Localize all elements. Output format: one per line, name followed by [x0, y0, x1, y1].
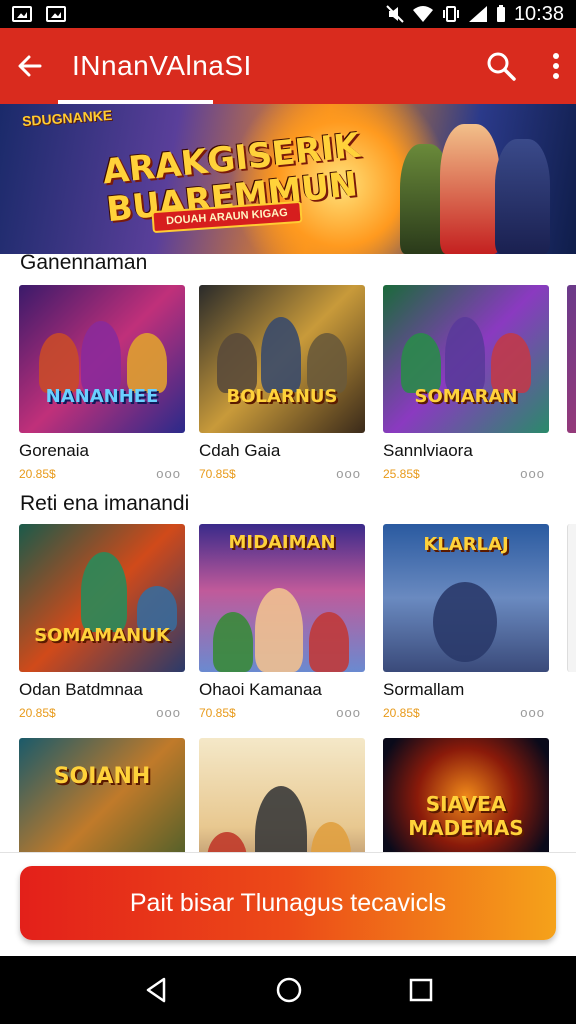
- more-options-icon[interactable]: ooo: [336, 466, 361, 481]
- more-options-icon[interactable]: ooo: [520, 705, 545, 720]
- section-title: Reti ena imanandi: [20, 492, 190, 515]
- game-title: Gorenaia: [19, 441, 89, 460]
- game-card-partial[interactable]: [567, 285, 576, 433]
- thumbnail-label: SOMARAN: [414, 386, 518, 407]
- thumbnail-figure: [307, 333, 347, 393]
- more-options-icon[interactable]: ooo: [156, 466, 181, 481]
- thumbnail-label: SOIANH: [53, 764, 151, 789]
- thumbnail-figure: [255, 588, 303, 672]
- game-thumbnail[interactable]: NANANHEE: [19, 285, 185, 433]
- thumbnail-figure: [81, 321, 121, 393]
- thumbnail-figure: [39, 333, 79, 393]
- game-card[interactable]: BOLARNUS Cdah Gaia 70.85$ ooo: [199, 285, 365, 481]
- nav-recents-icon[interactable]: [408, 977, 434, 1003]
- game-thumbnail[interactable]: BOLARNUS: [199, 285, 365, 433]
- signal-icon: [468, 6, 487, 22]
- primary-cta-button[interactable]: Pait bisar Tlunagus tecavicls: [20, 866, 556, 940]
- more-options-icon[interactable]: ooo: [336, 705, 361, 720]
- banner-hero-figure: [440, 124, 500, 254]
- promo-banner[interactable]: SDUGNANKE ARAKGISERIK BUAREMMUN DOUAH AR…: [0, 104, 576, 254]
- app-bar: INnanVAlnaSI: [0, 28, 576, 104]
- banner-hero-figure: [495, 139, 550, 254]
- game-thumbnail[interactable]: [567, 524, 576, 672]
- thumbnail-figure: [433, 582, 497, 662]
- game-title: Odan Batdmnaa: [19, 680, 143, 699]
- overflow-menu-icon[interactable]: [552, 52, 560, 80]
- system-nav-bar: [0, 956, 576, 1024]
- vibrate-icon: [442, 6, 459, 22]
- game-title: Ohaoi Kamanaa: [199, 680, 322, 699]
- game-thumbnail[interactable]: [567, 285, 576, 433]
- thumbnail-label: SOMAMANUK: [34, 625, 170, 646]
- status-bar: 10:38: [0, 0, 576, 28]
- game-thumbnail[interactable]: KLARLAJ: [383, 524, 549, 672]
- game-price: 70.85$: [199, 705, 236, 720]
- app-title: INnanVAlnaSI: [72, 50, 252, 81]
- game-thumbnail[interactable]: SOMARAN: [383, 285, 549, 433]
- game-price: 70.85$: [199, 466, 236, 481]
- nav-back-icon[interactable]: [142, 976, 170, 1004]
- game-card[interactable]: NANANHEE Gorenaia 20.85$ ooo: [19, 285, 185, 481]
- game-price: 20.85$: [19, 466, 56, 481]
- thumbnail-label: NANANHEE: [45, 386, 159, 407]
- thumbnail-figure: [309, 612, 349, 672]
- thumbnail-figure: [217, 333, 257, 393]
- wifi-icon: [412, 6, 433, 22]
- thumbnail-label: SIAVEA MADEMAS: [408, 792, 524, 840]
- game-title: Sannlviaora: [383, 441, 473, 460]
- game-card[interactable]: MIDAIMAN Ohaoi Kamanaa 70.85$ ooo: [199, 524, 365, 720]
- more-options-icon[interactable]: ooo: [156, 705, 181, 720]
- mute-icon: [386, 5, 404, 23]
- game-card[interactable]: SOMAMANUK Odan Batdmnaa 20.85$ ooo: [19, 524, 185, 720]
- thumbnail-figure: [213, 612, 253, 672]
- back-arrow-icon[interactable]: [16, 52, 44, 80]
- game-title: Cdah Gaia: [199, 441, 281, 460]
- thumbnail-figure: [261, 317, 301, 393]
- game-thumbnail[interactable]: MIDAIMAN: [199, 524, 365, 672]
- nav-home-icon[interactable]: [275, 976, 303, 1004]
- thumbnail-label: BOLARNUS: [226, 386, 338, 407]
- game-thumbnail[interactable]: SOMAMANUK: [19, 524, 185, 672]
- thumbnail-figure: [127, 333, 167, 393]
- thumbnail-label: MIDAIMAN: [228, 532, 336, 553]
- game-card[interactable]: KLARLAJ Sormallam 20.85$ ooo: [383, 524, 549, 720]
- more-options-icon[interactable]: ooo: [520, 466, 545, 481]
- battery-icon: [496, 5, 505, 22]
- banner-logo: SDUGNANKE: [21, 106, 113, 130]
- gallery-notification-icon: [46, 6, 66, 22]
- thumbnail-figure: [401, 333, 441, 393]
- game-price: 20.85$: [383, 705, 420, 720]
- image-notification-icon: [12, 6, 32, 22]
- game-title: Sormallam: [383, 680, 465, 699]
- thumbnail-figure: [81, 552, 127, 632]
- game-price: 25.85$: [383, 466, 420, 481]
- game-card-partial[interactable]: [567, 524, 576, 672]
- game-card[interactable]: SOMARAN Sannlviaora 25.85$ ooo: [383, 285, 549, 481]
- search-icon[interactable]: [486, 51, 516, 81]
- status-time: 10:38: [513, 2, 564, 25]
- section-title: Ganennaman: [20, 251, 148, 274]
- thumbnail-figure: [491, 333, 531, 393]
- thumbnail-figure: [445, 317, 485, 393]
- thumbnail-label: KLARLAJ: [423, 534, 509, 555]
- game-price: 20.85$: [19, 705, 56, 720]
